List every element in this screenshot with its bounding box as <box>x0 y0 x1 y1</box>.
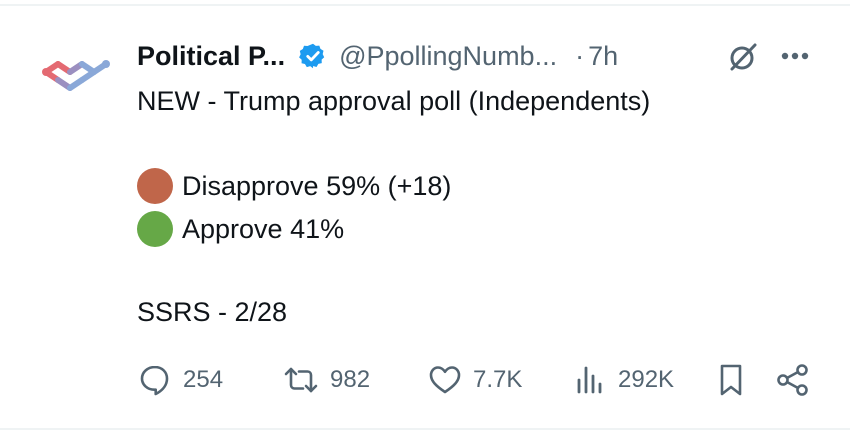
like-icon <box>429 366 461 394</box>
top-divider <box>0 4 850 6</box>
views-icon <box>577 366 602 394</box>
orange-circle-icon <box>137 168 173 204</box>
poll-source-line: SSRS - 2/28 <box>137 297 288 327</box>
more-options-icon[interactable] <box>777 40 813 72</box>
share-button[interactable] <box>774 360 812 400</box>
bookmark-button[interactable] <box>714 360 748 400</box>
avatar-logo <box>42 60 110 91</box>
repost-button[interactable]: 982 <box>282 360 370 400</box>
share-icon <box>777 364 808 396</box>
verified-badge-icon[interactable] <box>299 42 327 70</box>
timestamp[interactable]: 7h <box>588 41 618 72</box>
poll-line-disapprove: Disapprove 59% (+18) <box>137 168 451 204</box>
bookmark-icon <box>720 364 742 396</box>
reply-button[interactable]: 254 <box>137 360 223 400</box>
views-count: 292K <box>618 366 675 393</box>
separator-dot: · <box>575 40 585 71</box>
bottom-divider <box>0 428 850 430</box>
repost-icon <box>284 367 318 393</box>
action-bar: 254 982 7.7K 292K <box>137 360 817 400</box>
like-count: 7.7K <box>473 366 523 393</box>
display-name[interactable]: Political P... <box>137 41 285 72</box>
user-handle[interactable]: @PpollingNumb... <box>339 41 557 72</box>
reply-count: 254 <box>183 366 224 393</box>
tweet-text-line: NEW - Trump approval poll (Independents) <box>137 86 651 116</box>
poll-line-approve: Approve 41% <box>137 211 344 247</box>
disapprove-label: Disapprove 59% (+18) <box>182 170 452 201</box>
tweet-header: Political P... @PpollingNumb... · 7h <box>137 36 827 76</box>
approve-label: Approve 41% <box>182 213 345 244</box>
views-button[interactable]: 292K <box>572 360 674 400</box>
avatar[interactable] <box>38 50 118 104</box>
repost-count: 982 <box>330 366 371 393</box>
grok-icon[interactable] <box>727 41 759 73</box>
reply-icon <box>140 365 169 396</box>
like-button[interactable]: 7.7K <box>427 360 522 400</box>
green-circle-icon <box>137 211 173 247</box>
